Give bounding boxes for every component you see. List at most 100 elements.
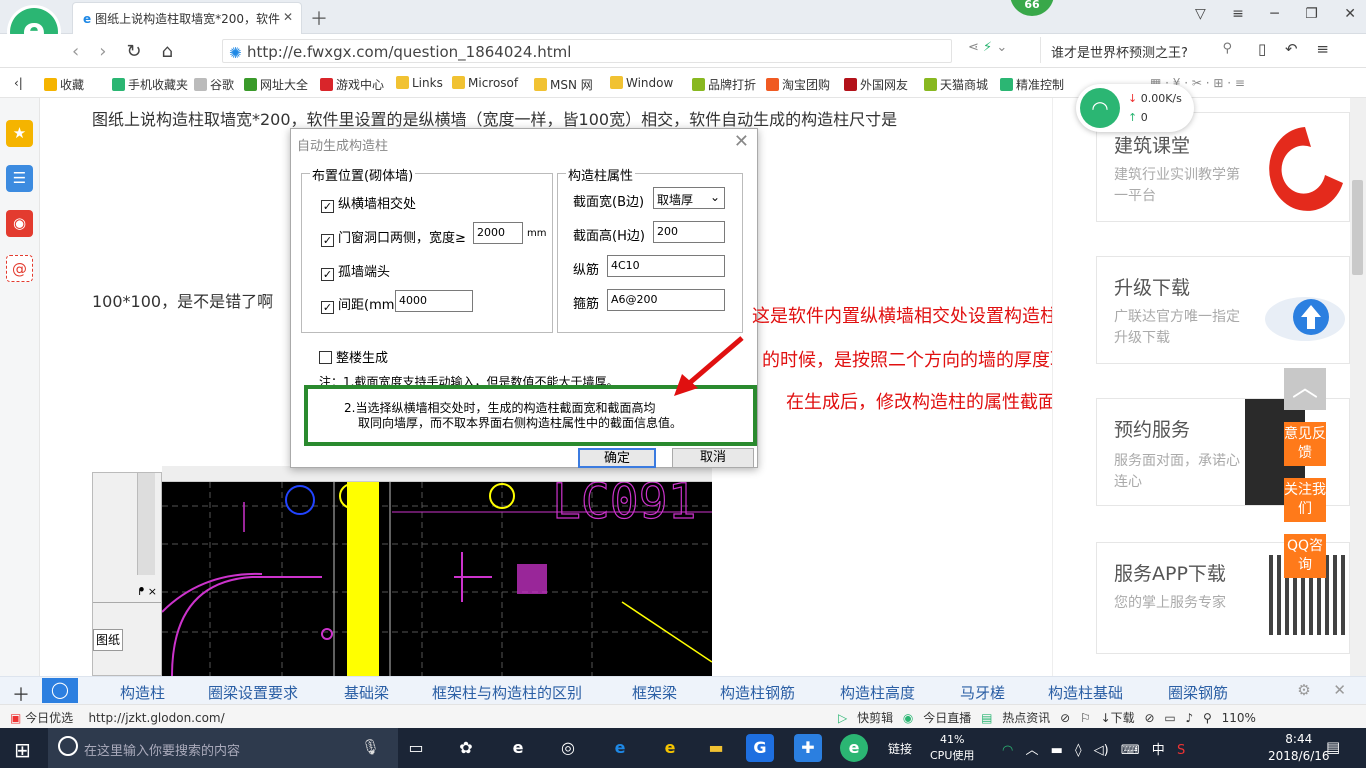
windows-start-icon[interactable]: ⊞ bbox=[14, 738, 31, 762]
status-daily-pick[interactable]: 今日优选 bbox=[25, 711, 73, 725]
volume-icon[interactable]: ◁) bbox=[1094, 743, 1109, 758]
fav-item-5[interactable]: Links bbox=[396, 76, 443, 90]
download-link[interactable]: 下载 bbox=[1111, 711, 1135, 725]
tag-item[interactable]: 构造柱钢筋 bbox=[720, 682, 795, 703]
weibo-icon[interactable]: ◉ bbox=[6, 210, 33, 237]
nav-buttons[interactable]: ‹›↻⌂ bbox=[72, 41, 193, 62]
favbar-collapse-icon[interactable]: ‹| bbox=[14, 76, 23, 90]
forward-icon[interactable]: › bbox=[99, 41, 126, 62]
minimize-button[interactable]: ─ bbox=[1270, 6, 1278, 22]
spiral-app-icon[interactable]: ◎ bbox=[554, 734, 582, 762]
long-bar-input[interactable]: 4C10 bbox=[607, 255, 725, 277]
tag-item[interactable]: 框架柱与构造柱的区别 bbox=[432, 682, 582, 703]
fav-item-7[interactable]: MSN 网 bbox=[534, 76, 593, 93]
dialog-close-icon[interactable]: ✕ bbox=[734, 131, 749, 152]
checkbox-spacing[interactable]: ✓ 间距(mm) bbox=[321, 294, 399, 314]
accelerate-icon[interactable]: ⊘ bbox=[1060, 711, 1070, 725]
scrollbar-thumb[interactable] bbox=[1352, 180, 1363, 275]
tag-controls[interactable]: ⚙ ✕ bbox=[1297, 681, 1346, 699]
ie-taskbar-icon[interactable]: e bbox=[504, 734, 532, 762]
plus-app-icon[interactable]: ✚ bbox=[794, 734, 822, 762]
fav-item-6[interactable]: Microsof bbox=[452, 76, 518, 90]
tag-item[interactable]: 圈梁设置要求 bbox=[208, 682, 298, 703]
share-icon[interactable]: ⋖ bbox=[968, 40, 979, 55]
close-tab-icon[interactable]: ✕ bbox=[283, 10, 293, 24]
360-browser-taskbar-icon[interactable]: e bbox=[840, 734, 868, 762]
fav-item-11[interactable]: 外国网友 bbox=[844, 76, 908, 93]
section-width-select[interactable]: 取墙厚 ⌄ bbox=[653, 187, 725, 209]
url-actions[interactable]: ⋖ ⚡ ⌄ bbox=[968, 40, 1007, 55]
menu-icon[interactable]: ≡ bbox=[1232, 6, 1244, 22]
fav-item-12[interactable]: 天猫商城 bbox=[924, 76, 988, 93]
address-tools[interactable]: ▯ ↶ ≡ bbox=[1258, 40, 1329, 58]
window-icon[interactable]: ▭ bbox=[1164, 711, 1175, 725]
back-icon[interactable]: ‹ bbox=[72, 41, 99, 62]
tag-item[interactable]: 构造柱基础 bbox=[1048, 682, 1123, 703]
live-link[interactable]: 今日直播 bbox=[923, 711, 971, 725]
spacing-input[interactable]: 4000 bbox=[395, 290, 473, 312]
url-input[interactable]: ✺ http://e.fwxgx.com/question_1864024.ht… bbox=[222, 39, 952, 63]
ok-button[interactable]: 确定 bbox=[578, 448, 656, 468]
microphone-icon[interactable]: 🎙 bbox=[361, 738, 380, 756]
notification-center-icon[interactable]: ▤ bbox=[1326, 738, 1340, 756]
tag-item[interactable]: 基础梁 bbox=[344, 682, 389, 703]
list-icon[interactable]: ☰ bbox=[6, 165, 33, 192]
tray-link[interactable]: 链接 bbox=[888, 740, 912, 757]
lightning-icon[interactable]: ⚡ bbox=[983, 40, 992, 55]
fav-item-4[interactable]: 游戏中心 bbox=[320, 76, 384, 93]
settings-icon[interactable]: ⚙ bbox=[1297, 681, 1310, 699]
phone-icon[interactable]: ▯ bbox=[1258, 40, 1266, 58]
close-icon[interactable]: ✕ bbox=[1333, 681, 1346, 699]
home-icon[interactable]: ⌂ bbox=[162, 41, 193, 62]
network-speed-widget[interactable]: ◠ ↓ 0.00K/s ↑ 0 bbox=[1076, 84, 1194, 132]
checkbox-isolated-wall[interactable]: ✓ 孤墙端头 bbox=[321, 261, 390, 281]
fav-item-3[interactable]: 网址大全 bbox=[244, 76, 308, 93]
tag-item[interactable]: 圈梁钢筋 bbox=[1168, 682, 1228, 703]
chevron-down-icon[interactable]: ⌄ bbox=[996, 40, 1007, 55]
tab-active[interactable]: e 图纸上说构造柱取墙宽*200，软件 ✕ bbox=[72, 2, 302, 34]
favorite-star-icon[interactable]: ★ bbox=[6, 120, 33, 147]
ie-classic-icon[interactable]: e bbox=[656, 734, 684, 762]
fav-item-8[interactable]: Window bbox=[610, 76, 673, 90]
checkbox-whole-floor[interactable]: 整楼生成 bbox=[319, 347, 388, 366]
quick-clip-link[interactable]: 快剪辑 bbox=[857, 711, 893, 725]
tray-icons[interactable]: ◠ ︿ ▬ ◊ ◁) ⌨ 中 S bbox=[1002, 739, 1185, 758]
sound-icon[interactable]: ♪ bbox=[1186, 711, 1194, 725]
tag-search-icon[interactable]: ◯ bbox=[42, 678, 78, 703]
fav-item-2[interactable]: 谷歌 bbox=[194, 76, 234, 93]
fav-item-13[interactable]: 精准控制 bbox=[1000, 76, 1064, 93]
checkbox-door-window[interactable]: ✓ 门窗洞口两侧，宽度≥ bbox=[321, 227, 466, 247]
ime-indicator[interactable]: 中 bbox=[1152, 743, 1165, 758]
undo-icon[interactable]: ↶ bbox=[1285, 40, 1298, 58]
fav-item-10[interactable]: 淘宝团购 bbox=[766, 76, 830, 93]
flag-icon[interactable]: ⚐ bbox=[1080, 711, 1091, 725]
checkbox-cross-wall[interactable]: ✓ 纵横墙相交处 bbox=[321, 193, 416, 213]
feedback-button[interactable]: 意见反馈 bbox=[1284, 422, 1326, 466]
sogou-icon[interactable]: S bbox=[1177, 743, 1185, 758]
close-window-button[interactable]: ✕ bbox=[1344, 6, 1356, 22]
glodon-g-icon[interactable]: G bbox=[746, 734, 774, 762]
taskbar-search-input[interactable]: 在这里输入你要搜索的内容 🎙 bbox=[48, 728, 398, 768]
new-tab-button[interactable]: ＋ bbox=[310, 5, 328, 31]
tag-item[interactable]: 构造柱高度 bbox=[840, 682, 915, 703]
edge-icon[interactable]: e bbox=[606, 734, 634, 762]
browser-doctor-icon[interactable]: ⊘ bbox=[1144, 711, 1154, 725]
fav-item-1[interactable]: 手机收藏夹 bbox=[112, 76, 188, 93]
bluetooth-icon[interactable]: ◊ bbox=[1075, 743, 1081, 758]
qq-consult-button[interactable]: QQ咨询 bbox=[1284, 534, 1326, 578]
card-upgrade-download[interactable]: 升级下载 广联达官方唯一指定升级下载 bbox=[1096, 256, 1350, 364]
wifi-tray-icon[interactable]: ◠ bbox=[1002, 743, 1013, 758]
keyboard-icon[interactable]: ⌨ bbox=[1121, 743, 1140, 758]
tag-item[interactable]: 马牙槎 bbox=[960, 682, 1005, 703]
fav-item-9[interactable]: 品牌打折 bbox=[692, 76, 756, 93]
skin-icon[interactable]: ▽ bbox=[1195, 6, 1206, 22]
zoom-level[interactable]: 110% bbox=[1222, 711, 1256, 725]
hot-news-link[interactable]: 热点资讯 bbox=[1002, 711, 1050, 725]
cancel-button[interactable]: 取消 bbox=[672, 448, 754, 468]
file-explorer-icon[interactable]: ▬ bbox=[702, 734, 730, 762]
fan-app-icon[interactable]: ✿ bbox=[452, 734, 480, 762]
back-to-top-button[interactable]: ︿ bbox=[1284, 368, 1326, 410]
clock[interactable]: 8:44 2018/6/16 bbox=[1268, 731, 1330, 765]
restore-button[interactable]: ❐ bbox=[1305, 6, 1318, 22]
task-view-icon[interactable]: ▭ bbox=[402, 734, 430, 762]
